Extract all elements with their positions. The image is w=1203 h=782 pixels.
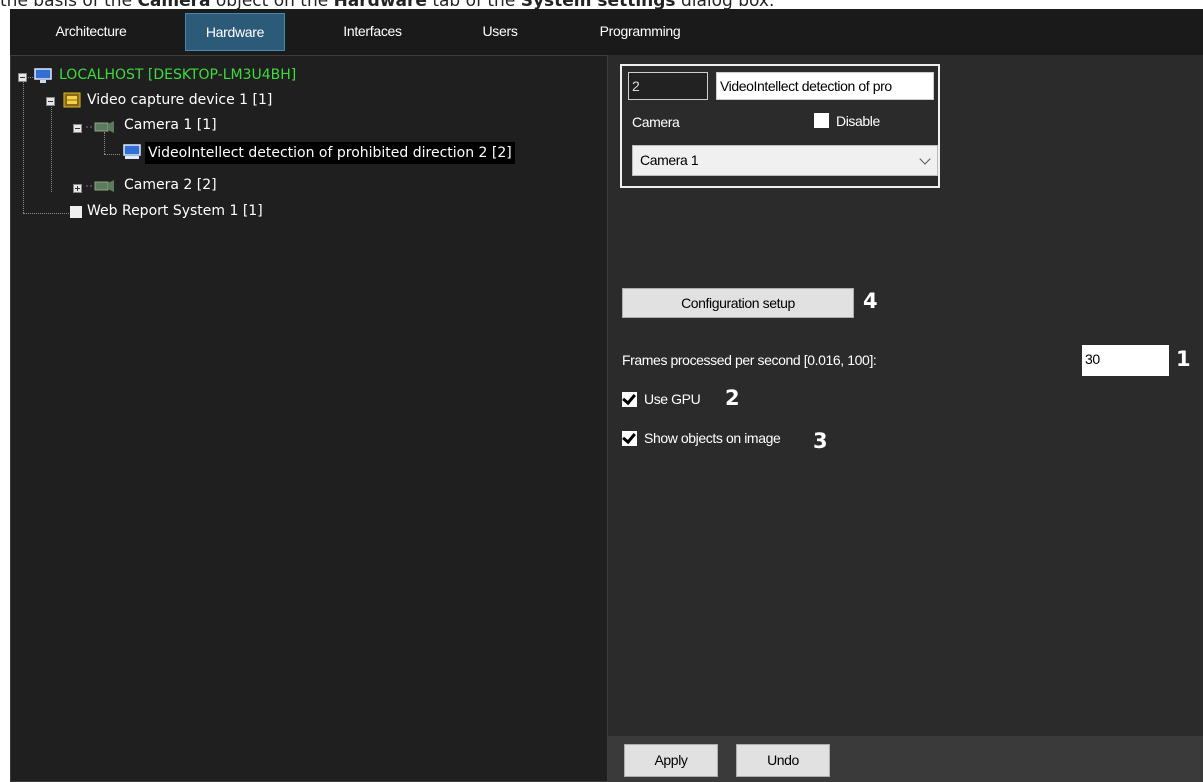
collapse-icon[interactable] <box>73 124 82 133</box>
callout-1: 1 <box>1176 347 1191 371</box>
fps-label: Frames processed per second [0.016, 100]… <box>622 352 877 368</box>
tree-item-camera-1[interactable]: Camera 1 [1] <box>124 114 217 136</box>
show-objects-checkbox[interactable] <box>622 431 637 446</box>
system-settings-window: Architecture Hardware Interfaces Users P… <box>10 9 1203 782</box>
chevron-down-icon <box>919 153 931 165</box>
tab-programming[interactable]: Programming <box>580 13 700 51</box>
video-capture-device-icon <box>63 92 81 108</box>
tab-hardware[interactable]: Hardware <box>185 13 285 51</box>
use-gpu-checkbox[interactable] <box>622 392 637 407</box>
tab-architecture[interactable]: Architecture <box>36 13 146 51</box>
tree-item-detector-selected[interactable]: VideoIntellect detection of prohibited d… <box>145 142 515 164</box>
tree-root-localhost[interactable]: LOCALHOST [DESKTOP-LM3U4BH] <box>59 64 296 86</box>
camera-select[interactable]: Camera 1 <box>632 145 938 176</box>
camera-label: Camera <box>632 114 680 130</box>
tab-interfaces[interactable]: Interfaces <box>320 13 425 51</box>
callout-2: 2 <box>725 386 740 410</box>
undo-button[interactable]: Undo <box>736 744 830 777</box>
camera-icon <box>86 180 114 192</box>
tree-line <box>104 154 120 155</box>
camera-icon <box>86 121 114 133</box>
web-report-icon <box>70 206 82 218</box>
callout-4: 4 <box>863 289 878 313</box>
tree-line <box>51 102 52 192</box>
use-gpu-label: Use GPU <box>644 391 701 407</box>
collapse-icon[interactable] <box>18 73 27 82</box>
object-id-field[interactable]: 2 <box>628 72 708 100</box>
bottom-button-bar: Apply Undo <box>608 736 1203 782</box>
object-name-field[interactable]: VideoIntellect detection of pro <box>716 72 934 100</box>
detector-icon <box>123 144 141 159</box>
collapse-icon[interactable] <box>46 97 55 106</box>
tree-item-camera-2[interactable]: Camera 2 [2] <box>124 174 217 196</box>
tab-users[interactable]: Users <box>465 13 535 51</box>
disable-checkbox[interactable] <box>814 113 829 128</box>
callout-3: 3 <box>813 429 828 453</box>
expand-icon[interactable] <box>73 184 82 193</box>
tree-item-web-report-system[interactable]: Web Report System 1 [1] <box>87 200 263 222</box>
disable-label: Disable <box>836 113 880 129</box>
tree-line <box>23 81 24 213</box>
object-tree[interactable]: LOCALHOST [DESKTOP-LM3U4BH] Video captur… <box>10 55 608 782</box>
configuration-setup-button[interactable]: Configuration setup <box>622 288 854 318</box>
apply-button[interactable]: Apply <box>624 744 718 777</box>
tree-line <box>104 132 105 154</box>
camera-select-value: Camera 1 <box>640 152 699 168</box>
tree-item-video-capture-device[interactable]: Video capture device 1 [1] <box>87 89 272 111</box>
computer-icon <box>34 68 52 83</box>
fps-input[interactable]: 30 <box>1082 345 1169 376</box>
show-objects-label: Show objects on image <box>644 430 781 446</box>
object-properties-group: 2 VideoIntellect detection of pro Camera… <box>620 64 940 188</box>
tab-bar: Architecture Hardware Interfaces Users P… <box>10 9 1203 55</box>
settings-panel: 2 VideoIntellect detection of pro Camera… <box>608 55 1203 782</box>
tree-line <box>23 213 69 214</box>
